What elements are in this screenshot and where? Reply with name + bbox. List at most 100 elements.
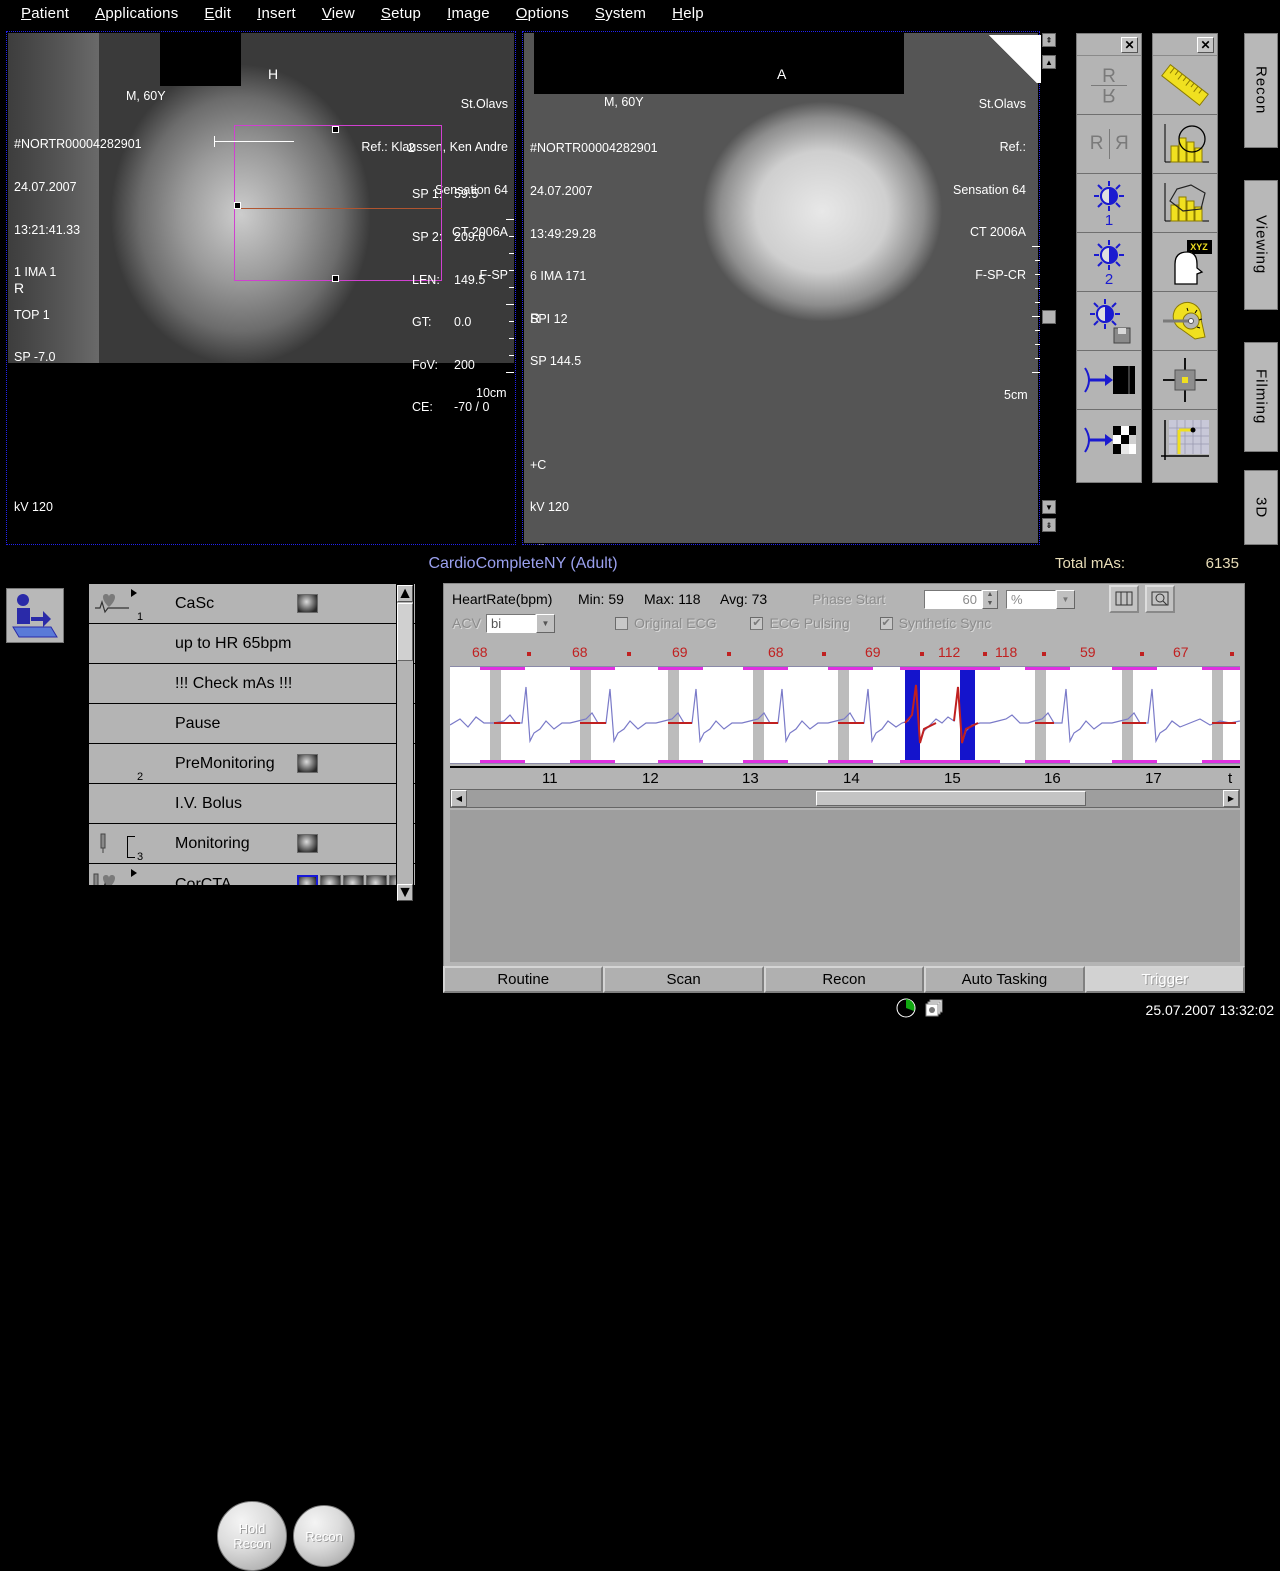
range-handle-bottom[interactable] [332,275,339,282]
window-level-save-icon[interactable] [1077,292,1141,351]
left-info-4: TOP 1 [14,307,50,322]
thumbnail[interactable] [320,875,341,885]
tab-auto-tasking[interactable]: Auto Tasking [924,966,1085,993]
thumbnail[interactable] [343,875,364,885]
ecg-scroll-left-button[interactable]: ◀ [451,790,467,807]
toolbar-2-header: ✕ [1153,34,1217,56]
tab-trigger[interactable]: Trigger [1084,966,1246,993]
synthetic-sync-checkbox[interactable]: ✔ [879,616,893,630]
close-icon[interactable]: ✕ [1121,36,1138,53]
image-scroll-down-fast[interactable]: ⇟ [1042,518,1056,532]
roi-freehand-histogram-icon[interactable] [1153,174,1217,233]
crosshair-pixel-icon[interactable] [1153,351,1217,410]
ecg-pulsing-checkbox[interactable]: ✔ [750,616,764,630]
hr-value: 118 [995,644,1018,660]
expand-arrow-icon[interactable] [131,869,137,877]
phase-unit-select[interactable]: % ▼ [1006,589,1075,609]
right-inst-3: CT 2006A [969,225,1026,240]
range-handle-top[interactable] [332,126,339,133]
window-level-2-icon[interactable]: 2 [1077,233,1141,292]
list-item[interactable]: up to HR 65bpm [89,624,415,664]
ecg-scroll-right-button[interactable]: ▶ [1223,790,1239,807]
image-scroll-down[interactable]: ▼ [1042,500,1056,514]
row-icons [89,624,149,663]
right-tech-lines: kV 120 eff.mAs 562 TI 0.24 GT 0.0 SL 0.7… [530,472,621,545]
menu-item-options[interactable]: Options [503,5,582,22]
zoom-pan-black-icon[interactable] [1077,351,1141,410]
original-ecg-checkbox[interactable] [615,616,628,630]
menu-item-system[interactable]: System [582,5,659,22]
menu-item-image[interactable]: Image [434,5,503,22]
menu-item-applications[interactable]: Applications [82,5,191,22]
list-item[interactable]: 4 CorCTA [89,864,415,885]
phase-start-input[interactable]: 60 [924,589,982,609]
hr-min-label: Min: 59 [578,591,624,607]
flip-horizontal-icon[interactable]: RR [1077,115,1141,174]
grid-plot-icon[interactable] [1153,410,1217,469]
hold-recon-button[interactable]: Hold Recon [217,1501,287,1571]
svg-text:1: 1 [1105,212,1113,228]
zoom-pan-grid-icon[interactable] [1077,410,1141,469]
menu-item-edit[interactable]: Edit [191,5,244,22]
close-icon[interactable]: ✕ [1197,36,1214,53]
list-item-label: PreMonitoring [175,754,275,772]
flip-vertical-icon[interactable]: RR [1077,56,1141,115]
scroll-thumb[interactable] [397,603,413,661]
tab-routine[interactable]: Routine [443,966,604,993]
tab-scan[interactable]: Scan [603,966,764,993]
scroll-down-button[interactable]: ▼ [397,884,413,901]
protocol-scrollbar[interactable]: ▲ ▼ [396,584,414,902]
image-scroll-up[interactable]: ▲ [1042,55,1056,69]
sidebar-tab-3d[interactable]: 3D [1244,470,1278,545]
ecg-scroll-thumb[interactable] [816,791,1086,806]
angle-protractor-icon[interactable] [1153,292,1217,351]
axis-label: t [1228,770,1233,787]
roi-circle-histogram-icon[interactable] [1153,115,1217,174]
tab-auto-tasking-label: Auto Tasking [961,971,1048,988]
thumbnail[interactable] [297,834,318,853]
list-item[interactable]: Pause [89,704,415,744]
ecg-trace[interactable] [450,666,1240,764]
list-item[interactable]: !!! Check mAs !!! [89,664,415,704]
list-item[interactable]: 1 CaSc [89,584,415,624]
scroll-up-button[interactable]: ▲ [397,585,413,602]
ecg-marker-button-1[interactable] [1109,585,1139,613]
range-handle-left[interactable] [234,202,241,209]
image-scroll-up-fast[interactable]: ⇞ [1042,33,1056,47]
status-datetime: 25.07.2007 13:32:02 [1145,1002,1274,1018]
image-scroll-thumb[interactable] [1042,310,1056,324]
list-item[interactable]: I.V. Bolus [89,784,415,824]
sidebar-tab-viewing[interactable]: Viewing [1244,180,1278,310]
list-item[interactable]: 2 PreMonitoring [89,744,415,784]
phase-start-stepper[interactable]: ▲ ▼ [982,589,998,609]
menu-item-patient[interactable]: Patient [8,5,82,22]
ecg-horizontal-scrollbar[interactable]: ◀ ▶ [450,789,1240,808]
menu-item-help[interactable]: Help [659,5,717,22]
window-level-1-icon[interactable]: 1 [1077,174,1141,233]
ecg-marker-button-2[interactable] [1145,585,1175,613]
range-tick-line [214,141,294,142]
thumbnail[interactable] [297,754,318,773]
sidebar-tab-recon[interactable]: Recon [1244,33,1278,148]
protocol-list[interactable]: 1 CaSc up to HR 65bpm !!! Check mAs !!! … [88,583,416,886]
list-item[interactable]: 3 Monitoring [89,824,415,864]
menu-item-view[interactable]: View [309,5,368,22]
head-xyz-icon[interactable]: XYZ [1153,233,1217,292]
acv-select[interactable]: bi ▼ [486,613,555,633]
thumbnail[interactable] [297,594,318,613]
chevron-down-icon[interactable]: ▼ [1056,589,1075,609]
expand-arrow-icon[interactable] [131,589,137,597]
recon-button[interactable]: Recon [293,1505,355,1567]
menu-item-insert[interactable]: Insert [244,5,309,22]
scout-image-panel[interactable]: H R M, 60Y #NORTR00004282901 24.07.2007 … [6,31,516,545]
ruler-icon[interactable] [1153,56,1217,115]
thumbnail[interactable] [366,875,387,885]
axial-image-panel[interactable]: A R M, 60Y #NORTR00004282901 24.07.2007 … [522,31,1040,545]
patient-position-icon[interactable] [6,588,64,643]
tab-recon[interactable]: Recon [763,966,925,993]
hr-value: 67 [1173,644,1189,660]
sidebar-tab-filming[interactable]: Filming [1244,342,1278,452]
chevron-down-icon[interactable]: ▼ [536,613,555,633]
menu-item-setup[interactable]: Setup [368,5,434,22]
thumbnail-selected[interactable] [297,875,318,885]
